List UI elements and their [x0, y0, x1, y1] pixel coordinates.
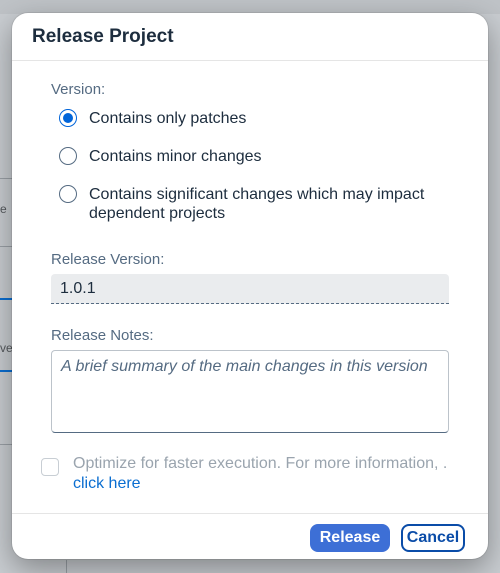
release-button[interactable]: Release — [310, 524, 390, 552]
release-notes-label: Release Notes: — [51, 327, 154, 344]
release-version-label: Release Version: — [51, 251, 165, 268]
background-divider — [0, 178, 12, 179]
background-divider — [0, 246, 12, 247]
radio-option-label: Contains minor changes — [89, 148, 262, 165]
background-text-fragment: e — [0, 202, 7, 216]
background-divider — [66, 560, 67, 573]
radio-button-selected[interactable] — [59, 109, 77, 127]
optimize-checkbox[interactable] — [41, 458, 59, 476]
radio-option-label: Contains significant changes which may i… — [89, 186, 425, 222]
optimize-help-link[interactable]: click here — [73, 475, 141, 492]
optimize-text: Optimize for faster execution. For more … — [73, 454, 463, 494]
radio-option-patches[interactable]: Contains only patches — [59, 109, 449, 128]
radio-button[interactable] — [59, 147, 77, 165]
optimize-description: Optimize for faster execution. For more … — [73, 455, 448, 472]
background-tab-indicator — [0, 298, 12, 300]
release-project-dialog: Release Project Version: Contains only p… — [12, 13, 488, 559]
cancel-button[interactable]: Cancel — [401, 524, 465, 552]
background-header — [0, 0, 500, 14]
optimize-option: Optimize for faster execution. For more … — [41, 454, 463, 494]
radio-option-label: Contains only patches — [89, 110, 247, 127]
radio-button[interactable] — [59, 185, 77, 203]
radio-dot-icon — [63, 113, 73, 123]
dialog-footer: Release Cancel — [12, 513, 488, 559]
release-notes-textarea[interactable]: A brief summary of the main changes in t… — [51, 350, 449, 433]
dialog-header: Release Project — [12, 13, 488, 61]
background-tab-indicator — [0, 370, 12, 372]
dialog-title: Release Project — [32, 25, 174, 47]
release-version-input[interactable]: 1.0.1 — [51, 274, 449, 304]
radio-option-significant[interactable]: Contains significant changes which may i… — [59, 185, 449, 223]
version-label: Version: — [51, 81, 106, 98]
background-divider — [0, 444, 12, 445]
radio-option-minor[interactable]: Contains minor changes — [59, 147, 449, 166]
